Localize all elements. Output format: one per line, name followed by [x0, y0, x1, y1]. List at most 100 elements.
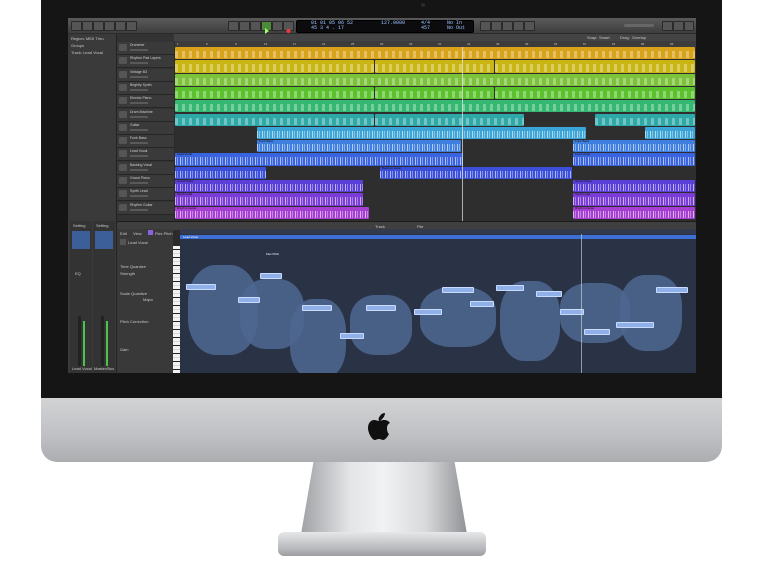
track-region[interactable]: [175, 73, 695, 86]
pitch-note[interactable]: [656, 287, 688, 293]
track-header[interactable]: Brightly Synth: [117, 81, 174, 95]
pause-button[interactable]: [272, 21, 283, 31]
loop-browser-button[interactable]: [684, 21, 694, 31]
track-volume-slider[interactable]: [130, 49, 148, 51]
pitch-note[interactable]: [340, 333, 364, 339]
flex-pitch-editor[interactable]: Lead Vocal Flex Pitch: [180, 229, 696, 373]
track-header[interactable]: Vintage B3: [117, 68, 174, 82]
channel-volume-fader-2[interactable]: [101, 316, 104, 366]
editor-edit-menu[interactable]: Edit: [120, 231, 127, 236]
channel-strip-setting-2[interactable]: Setting: [96, 223, 108, 228]
channel-plugin-slots-2[interactable]: [95, 231, 113, 249]
track-header[interactable]: Drum Machine: [117, 108, 174, 122]
toolbar-button[interactable]: [93, 21, 104, 31]
piano-keyboard[interactable]: [173, 246, 180, 373]
track-region[interactable]: [175, 47, 695, 60]
inspector-track-header[interactable]: Track: Lead Vocal: [71, 50, 103, 55]
pitch-note[interactable]: [186, 284, 216, 290]
editor-region-bar[interactable]: Lead Vocal: [180, 235, 696, 239]
fast-forward-button[interactable]: [239, 21, 250, 31]
track-volume-slider[interactable]: [130, 155, 148, 158]
inspector-groups-header[interactable]: Groups: [71, 43, 84, 48]
tuner-button[interactable]: [491, 21, 502, 31]
track-region[interactable]: Lead Vocal: [175, 153, 463, 166]
track-header[interactable]: Funk Bass: [117, 135, 174, 149]
pitch-note[interactable]: [238, 297, 260, 303]
track-region[interactable]: Grand Piano: [175, 180, 363, 193]
inspector-region-header[interactable]: Region: MIDI Thru: [71, 36, 104, 41]
stop-button[interactable]: [250, 21, 261, 31]
track-volume-slider[interactable]: [130, 182, 148, 184]
track-header[interactable]: Electric Piano: [117, 95, 174, 109]
track-region[interactable]: [175, 113, 374, 126]
rewind-button[interactable]: [228, 21, 239, 31]
track-region[interactable]: [257, 126, 586, 140]
track-region[interactable]: [375, 113, 524, 126]
list-editors-button[interactable]: [662, 21, 673, 31]
track-region[interactable]: Synth Lead: [573, 193, 695, 206]
track-region[interactable]: Rhythm Guitar: [573, 206, 695, 219]
track-region[interactable]: Synth Lead: [175, 193, 363, 206]
track-region[interactable]: [175, 60, 374, 73]
editor-playhead[interactable]: [581, 234, 582, 373]
pitch-note[interactable]: [470, 301, 494, 307]
pitch-note[interactable]: [442, 287, 474, 293]
track-region[interactable]: [175, 86, 374, 100]
play-button[interactable]: [261, 21, 272, 34]
drag-value[interactable]: Overlap: [632, 35, 646, 40]
track-volume-slider[interactable]: [130, 142, 148, 145]
track-region[interactable]: [495, 60, 695, 73]
track-region[interactable]: Backing Vocal: [380, 166, 572, 179]
pitch-note[interactable]: [260, 273, 282, 279]
track-region[interactable]: Funk Bass: [257, 140, 461, 153]
pitch-note[interactable]: [302, 305, 332, 311]
track-region[interactable]: [375, 86, 494, 100]
track-volume-slider[interactable]: [130, 115, 148, 118]
pitch-note[interactable]: [584, 329, 610, 335]
channel-strip-setting[interactable]: Setting: [73, 223, 85, 228]
editor-view-menu[interactable]: View: [133, 231, 142, 236]
track-volume-slider[interactable]: [130, 88, 148, 91]
track-region[interactable]: [495, 86, 695, 100]
track-volume-slider[interactable]: [130, 102, 148, 105]
scale-major-value[interactable]: Major: [143, 297, 153, 302]
pitch-note[interactable]: [536, 291, 562, 297]
pitch-note[interactable]: [496, 285, 524, 291]
track-region[interactable]: Rhythm Guitar: [175, 206, 369, 219]
library-button[interactable]: [71, 21, 82, 31]
notepad-button[interactable]: [673, 21, 684, 31]
track-region[interactable]: [175, 100, 695, 113]
channel-plugin-slots[interactable]: [72, 231, 90, 249]
track-header[interactable]: Rhythm Pad Layers: [117, 55, 174, 69]
track-header[interactable]: Lead Vocal: [117, 148, 174, 162]
track-region[interactable]: [645, 126, 695, 140]
track-header[interactable]: Synth Lead: [117, 188, 174, 202]
track-volume-slider[interactable]: [130, 168, 148, 171]
pitch-note[interactable]: [366, 305, 396, 311]
snap-value[interactable]: Smart: [599, 35, 610, 40]
track-volume-slider[interactable]: [130, 195, 148, 198]
track-volume-slider[interactable]: [130, 75, 148, 78]
pitch-note[interactable]: [616, 322, 654, 328]
track-header[interactable]: Backing Vocal: [117, 161, 174, 175]
track-region[interactable]: [595, 113, 695, 126]
master-volume-slider[interactable]: [624, 24, 654, 27]
track-volume-slider[interactable]: [130, 128, 148, 131]
track-volume-slider[interactable]: [130, 62, 148, 65]
editors-button[interactable]: [126, 21, 137, 31]
replace-button[interactable]: [480, 21, 491, 31]
count-in-button[interactable]: [513, 21, 524, 31]
track-region[interactable]: [375, 60, 494, 73]
track-volume-slider[interactable]: [130, 208, 148, 211]
track-region[interactable]: Funk Bass: [573, 140, 695, 153]
flex-icon[interactable]: [148, 230, 153, 235]
mixer-button[interactable]: [115, 21, 126, 31]
record-button[interactable]: [283, 21, 294, 34]
track-region[interactable]: Lead Vocal: [573, 153, 695, 166]
smart-controls-button[interactable]: [104, 21, 115, 31]
track-header[interactable]: Grand Piano: [117, 175, 174, 188]
pitch-note[interactable]: [414, 309, 442, 315]
lcd-display[interactable]: 01 01 05 06 52 45 3 4 . 17 127.0000 4/4 …: [296, 20, 474, 33]
inspector-button[interactable]: [82, 21, 93, 31]
metronome-button[interactable]: [524, 21, 535, 31]
